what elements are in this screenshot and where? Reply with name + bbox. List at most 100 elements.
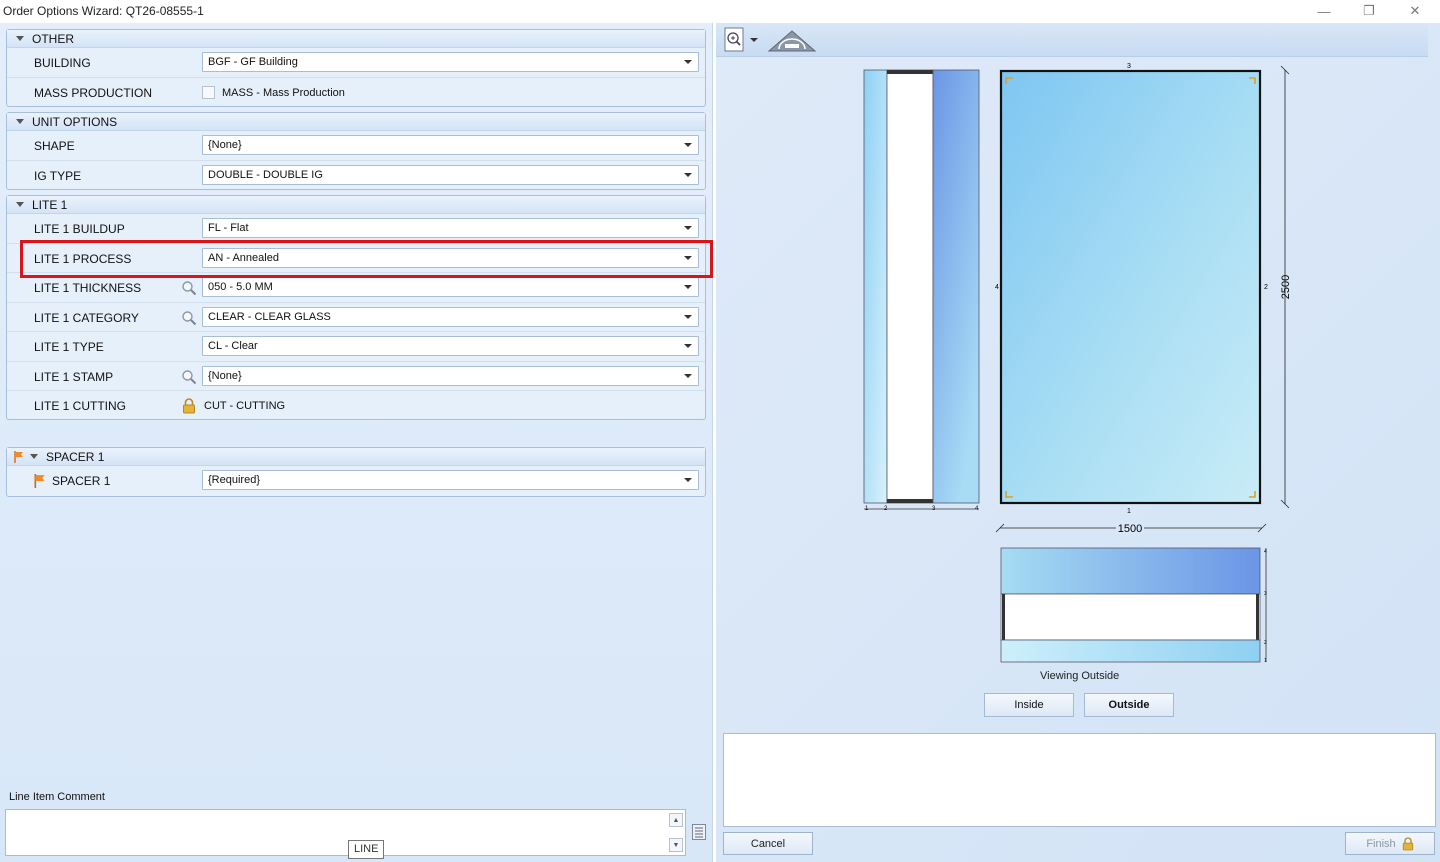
- spacer1-dropdown[interactable]: {Required}: [202, 470, 699, 490]
- chevron-down-icon[interactable]: [678, 136, 698, 154]
- group-other: OTHER BUILDING BGF - GF Building MASS PR…: [6, 29, 706, 107]
- zoom-button[interactable]: [721, 26, 761, 54]
- chevron-down-icon[interactable]: [678, 367, 698, 385]
- lite1-category-dropdown[interactable]: CLEAR - CLEAR GLASS: [202, 306, 699, 327]
- restore-button[interactable]: ❐: [1346, 0, 1392, 22]
- preview-panel: 1 2 3 4 3 1 4 2 2500 1500 4 3 2 1 Viewin…: [716, 23, 1440, 862]
- group-lite1-header[interactable]: LITE 1: [7, 196, 705, 214]
- lock-icon: [183, 398, 195, 414]
- row-lite1-type: LITE 1 TYPE CL - Clear: [7, 332, 705, 362]
- lite1-process-value: AN - Annealed: [208, 251, 279, 264]
- row-lite1-thickness: LITE 1 THICKNESS 050 - 5.0 MM: [7, 273, 705, 303]
- scroll-up-icon[interactable]: ▲: [669, 813, 683, 827]
- group-spacer1-header[interactable]: SPACER 1: [7, 448, 705, 466]
- tooltip: LINE: [348, 840, 385, 859]
- edge-label-right: 2: [1264, 284, 1268, 291]
- chevron-down-icon[interactable]: [678, 308, 698, 326]
- spacer1-label: SPACER 1: [52, 474, 111, 488]
- lite1-type-label: LITE 1 TYPE: [34, 340, 104, 354]
- lite1-category-value: CLEAR - CLEAR GLASS: [208, 310, 331, 323]
- chevron-down-icon[interactable]: [678, 166, 698, 184]
- mass-production-label: MASS PRODUCTION: [34, 85, 153, 100]
- list-icon[interactable]: [692, 824, 706, 840]
- lite1-cutting-label: LITE 1 CUTTING: [34, 399, 127, 413]
- lite1-stamp-value: {None}: [208, 369, 242, 382]
- arch-icon[interactable]: [767, 27, 817, 53]
- edge-label-top: 3: [1127, 63, 1131, 70]
- lite1-buildup-dropdown[interactable]: FL - Flat: [202, 218, 699, 238]
- group-other-header[interactable]: OTHER: [7, 30, 705, 48]
- collapse-icon[interactable]: [16, 119, 24, 124]
- flag-icon: [34, 474, 45, 488]
- row-spacer1: SPACER 1 {Required}: [7, 466, 705, 496]
- search-icon[interactable]: [181, 310, 197, 326]
- cancel-button[interactable]: Cancel: [723, 832, 813, 855]
- line-item-comment-input[interactable]: ▲ ▼: [5, 809, 686, 856]
- side-section-view: 1 2 3 4: [863, 69, 980, 512]
- zoom-icon[interactable]: [723, 27, 759, 53]
- shape-view-button[interactable]: [766, 26, 818, 54]
- group-unit-options-header[interactable]: UNIT OPTIONS: [7, 113, 705, 131]
- mass-production-checkbox-label[interactable]: MASS - Mass Production: [222, 87, 345, 99]
- finish-button[interactable]: Finish: [1345, 832, 1435, 855]
- lite1-process-dropdown[interactable]: AN - Annealed: [202, 247, 699, 268]
- front-glass-view: 3 1 4 2 2500 1500: [995, 63, 1292, 535]
- collapse-icon[interactable]: [30, 454, 38, 459]
- ig-type-dropdown[interactable]: DOUBLE - DOUBLE IG: [202, 164, 699, 185]
- scroll-down-icon[interactable]: ▼: [669, 838, 683, 852]
- shape-value: {None}: [208, 139, 242, 151]
- chevron-down-icon[interactable]: [678, 337, 698, 355]
- search-icon[interactable]: [181, 369, 197, 385]
- window-title: Order Options Wizard: QT26-08555-1: [3, 4, 204, 18]
- lite1-process-label: LITE 1 PROCESS: [34, 251, 132, 266]
- lite1-thickness-value: 050 - 5.0 MM: [208, 281, 273, 293]
- search-icon[interactable]: [181, 280, 197, 296]
- options-panel: OTHER BUILDING BGF - GF Building MASS PR…: [0, 23, 713, 862]
- lite1-type-value: CL - Clear: [208, 340, 258, 352]
- building-label: BUILDING: [34, 56, 91, 70]
- ig-type-value: DOUBLE - DOUBLE IG: [208, 168, 323, 181]
- height-dimension: 2500: [1280, 275, 1292, 299]
- row-lite1-buildup: LITE 1 BUILDUP FL - Flat: [7, 214, 705, 244]
- shape-dropdown[interactable]: {None}: [202, 135, 699, 155]
- chevron-down-icon[interactable]: [678, 249, 698, 267]
- section-label: 3: [1264, 591, 1267, 597]
- lite1-thickness-dropdown[interactable]: 050 - 5.0 MM: [202, 277, 699, 297]
- lite1-thickness-label: LITE 1 THICKNESS: [34, 281, 142, 295]
- group-unit-options-title: UNIT OPTIONS: [32, 114, 118, 129]
- chevron-down-icon[interactable]: [678, 53, 698, 71]
- viewing-label: Viewing Outside: [1040, 670, 1120, 682]
- line-item-comment-label: Line Item Comment: [9, 791, 105, 803]
- chevron-down-icon[interactable]: [678, 471, 698, 489]
- building-dropdown[interactable]: BGF - GF Building: [202, 52, 699, 72]
- preview-toolbar: [716, 23, 1428, 57]
- minimize-button[interactable]: —: [1301, 0, 1347, 22]
- collapse-icon[interactable]: [16, 36, 24, 41]
- width-dimension: 1500: [1118, 523, 1142, 535]
- row-building: BUILDING BGF - GF Building: [7, 48, 705, 78]
- mass-production-checkbox[interactable]: [202, 85, 215, 99]
- lite1-type-dropdown[interactable]: CL - Clear: [202, 336, 699, 356]
- row-lite1-stamp: LITE 1 STAMP {None}: [7, 362, 705, 391]
- row-lite1-process: LITE 1 PROCESS AN - Annealed: [7, 244, 705, 273]
- finish-label: Finish: [1366, 837, 1396, 850]
- collapse-icon[interactable]: [16, 202, 24, 207]
- group-lite1-title: LITE 1: [32, 197, 68, 212]
- title-bar: Order Options Wizard: QT26-08555-1 — ❐ ✕: [0, 0, 1440, 23]
- chevron-down-icon[interactable]: [678, 219, 698, 237]
- group-spacer1-title: SPACER 1: [46, 449, 105, 464]
- lock-icon: [1402, 836, 1413, 850]
- inside-button[interactable]: Inside: [984, 693, 1074, 717]
- edge-label-left: 4: [995, 284, 999, 291]
- group-spacer1: SPACER 1 SPACER 1 {Required}: [6, 447, 706, 497]
- close-button[interactable]: ✕: [1392, 0, 1438, 22]
- outside-button[interactable]: Outside: [1084, 693, 1174, 717]
- section-label: 2: [1264, 640, 1267, 646]
- chevron-down-icon[interactable]: [678, 278, 698, 296]
- row-lite1-category: LITE 1 CATEGORY CLEAR - CLEAR GLASS: [7, 303, 705, 332]
- section-label: 1: [1264, 658, 1267, 664]
- row-lite1-cutting: LITE 1 CUTTING CUT - CUTTING: [7, 391, 705, 421]
- building-value: BGF - GF Building: [208, 56, 298, 68]
- ig-type-label: IG TYPE: [34, 168, 82, 183]
- lite1-stamp-dropdown[interactable]: {None}: [202, 365, 699, 386]
